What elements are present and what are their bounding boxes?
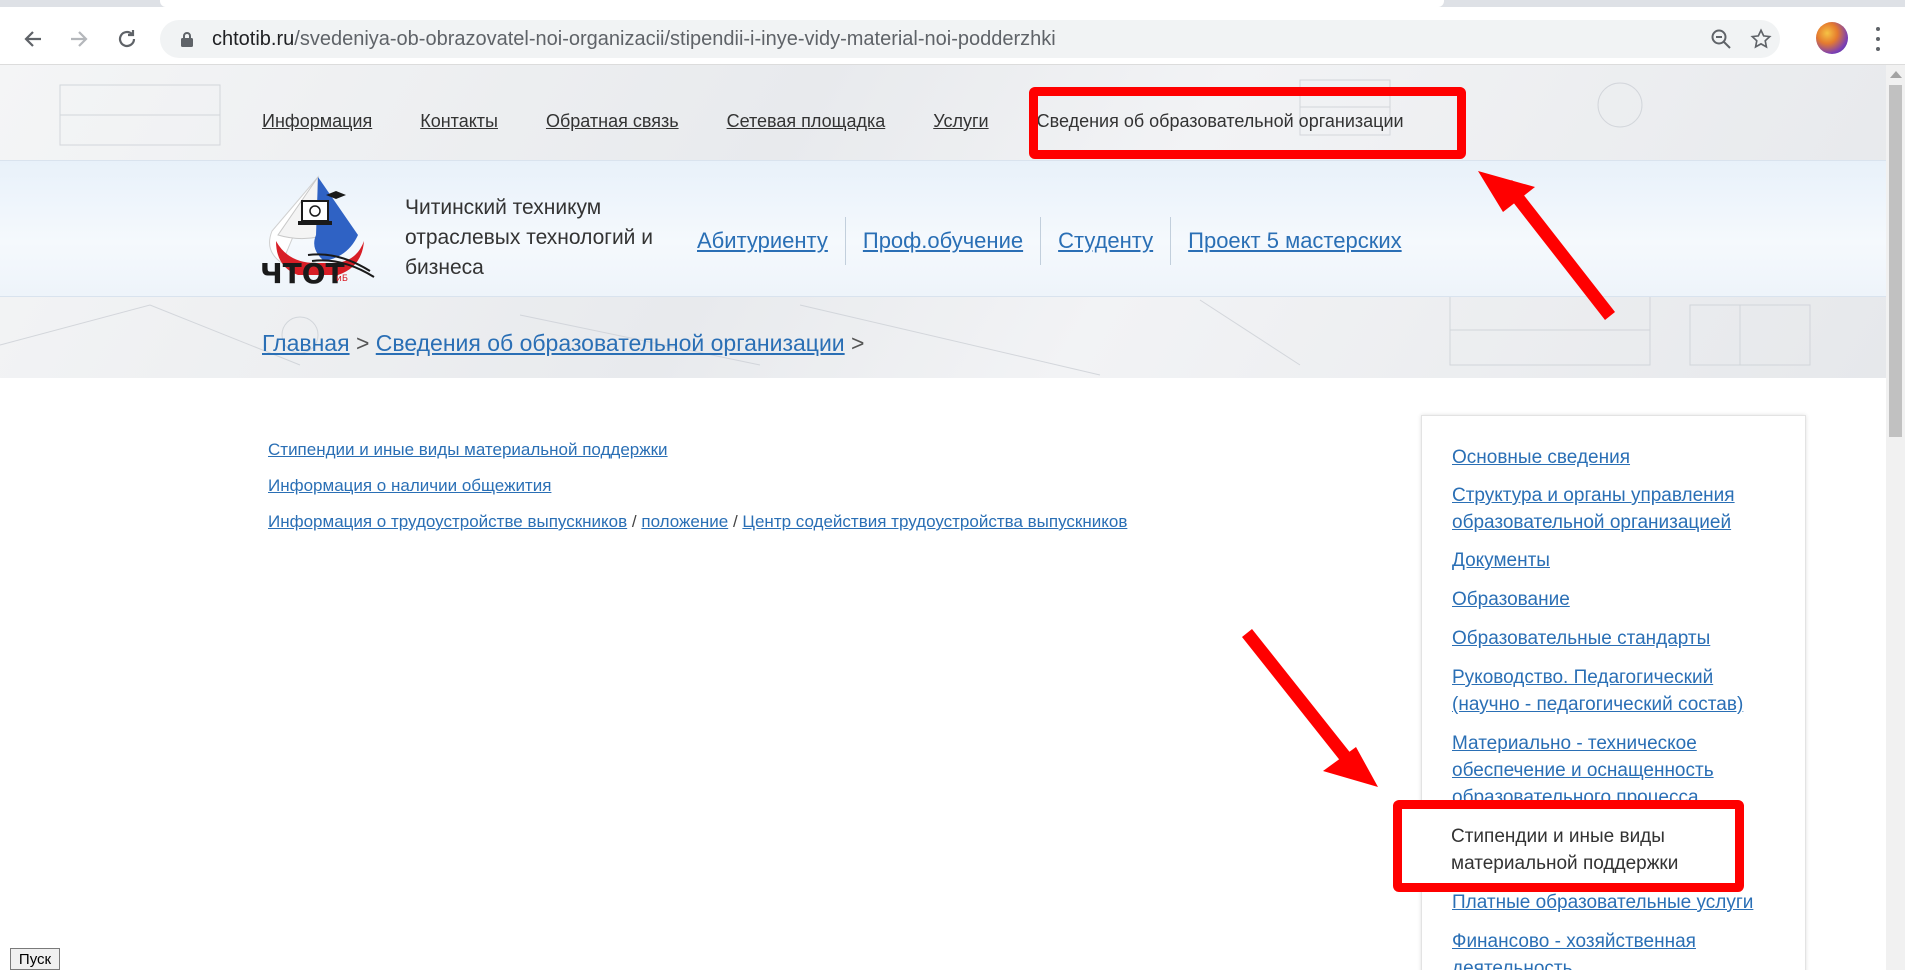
start-button[interactable]: Пуск bbox=[10, 948, 60, 970]
browser-toolbar: chtotib.ru/svedeniya-ob-obrazovatel-noi-… bbox=[0, 0, 1905, 65]
lock-icon bbox=[181, 32, 193, 47]
zoom-icon[interactable] bbox=[1710, 28, 1732, 50]
tab-strip bbox=[0, 0, 1905, 7]
star-icon[interactable] bbox=[1750, 28, 1772, 50]
address-bar[interactable]: chtotib.ru/svedeniya-ob-obrazovatel-noi-… bbox=[160, 20, 1780, 58]
back-button[interactable] bbox=[18, 24, 48, 54]
scrollbar[interactable] bbox=[1886, 65, 1905, 970]
reload-button[interactable] bbox=[112, 24, 142, 54]
browser-menu-icon[interactable] bbox=[1868, 24, 1888, 54]
web-page: Информация Контакты Обратная связь Сетев… bbox=[0, 65, 1886, 970]
reload-icon bbox=[118, 30, 136, 48]
forward-button[interactable] bbox=[64, 24, 94, 54]
url-text: chtotib.ru/svedeniya-ob-obrazovatel-noi-… bbox=[212, 28, 1056, 50]
scroll-thumb[interactable] bbox=[1889, 85, 1902, 437]
active-tab[interactable] bbox=[160, 0, 1444, 7]
profile-avatar[interactable] bbox=[1816, 22, 1848, 54]
arrow-left-icon bbox=[24, 31, 41, 47]
annotation-arrows bbox=[1242, 171, 1615, 787]
scroll-up-icon[interactable] bbox=[1890, 71, 1902, 78]
arrow-right-icon bbox=[71, 31, 88, 47]
